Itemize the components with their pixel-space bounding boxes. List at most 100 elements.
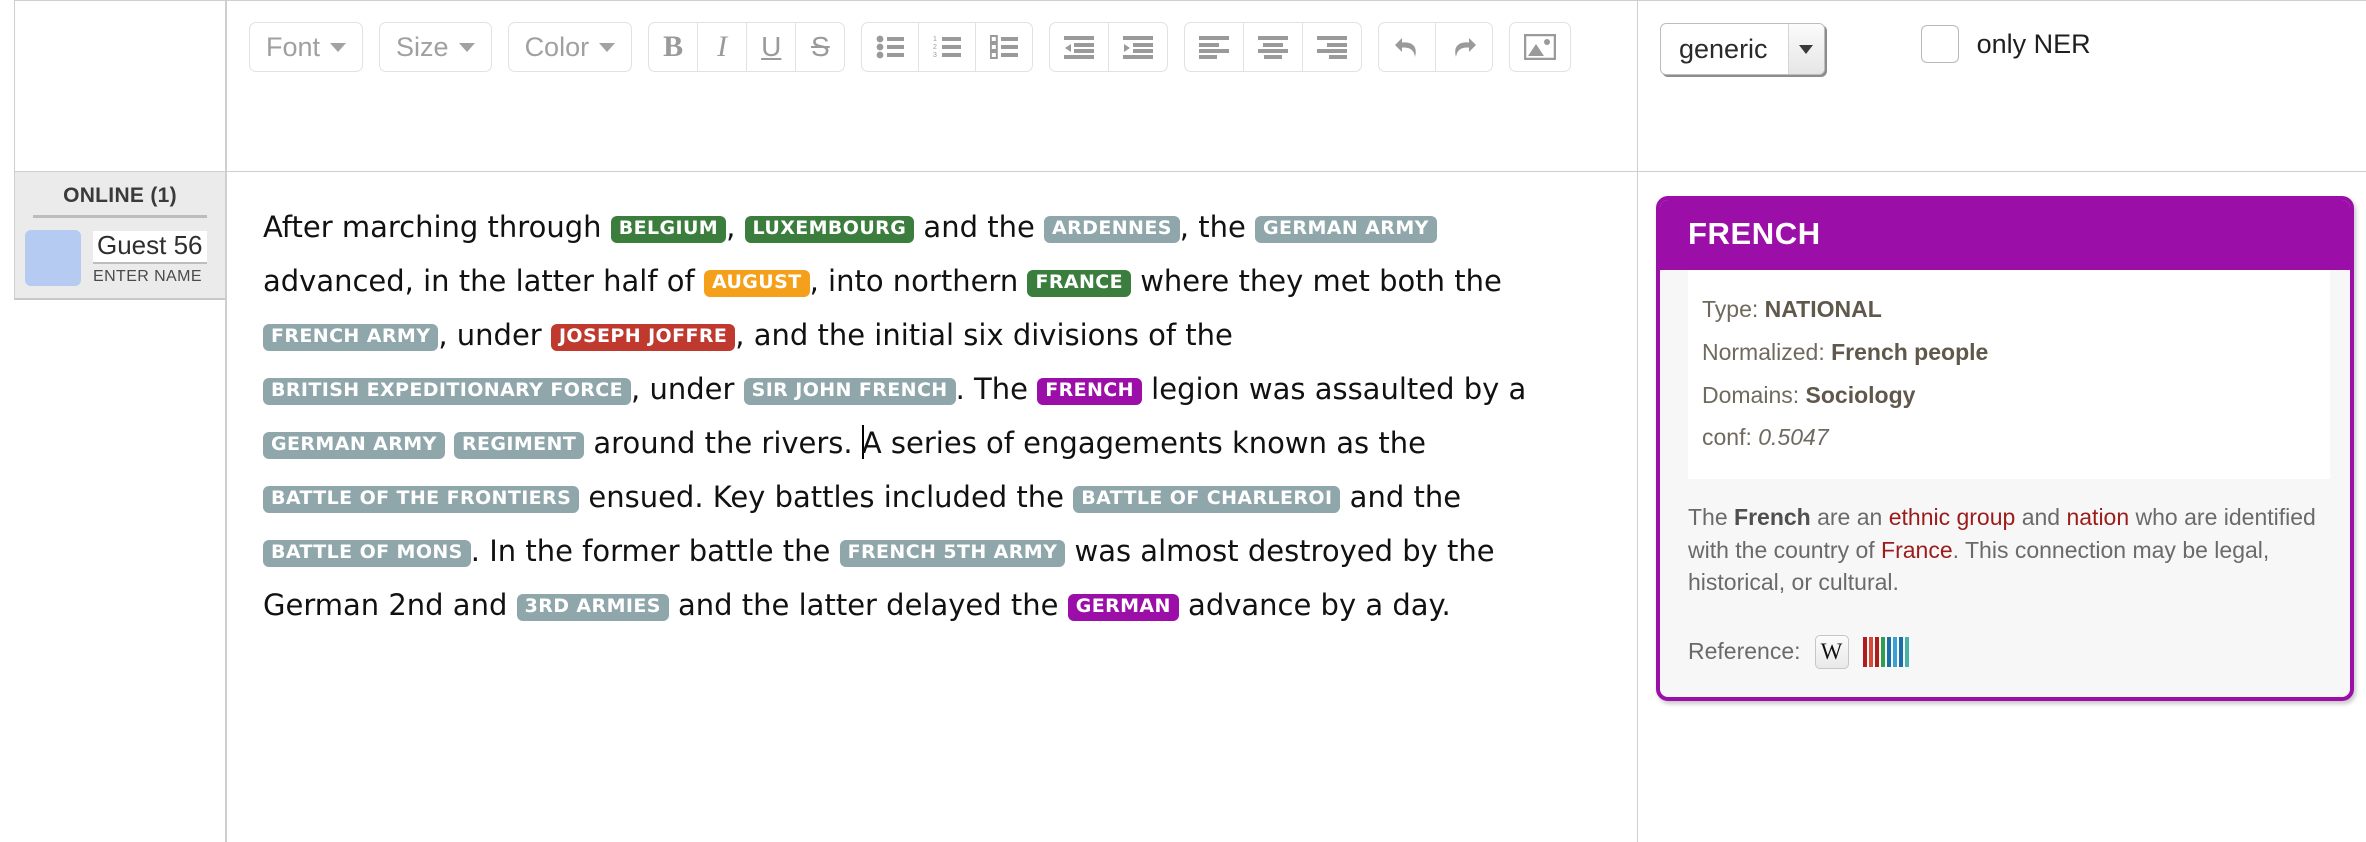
- list-group: 1 2 3: [861, 22, 1034, 72]
- user-name-field[interactable]: Guest 56: [93, 230, 207, 264]
- chevron-down-icon: [458, 42, 475, 52]
- document-editor[interactable]: After marching through BELGIUM, LUXEMBOU…: [226, 172, 1637, 842]
- mode-select[interactable]: generic: [1660, 23, 1825, 75]
- image-icon: [1524, 34, 1557, 60]
- only-ner-control[interactable]: only NER: [1920, 23, 2091, 63]
- insert-image-button[interactable]: [1509, 22, 1572, 72]
- checklist-icon: [990, 35, 1019, 59]
- reference-label: Reference:: [1688, 638, 1801, 665]
- numbered-list-button[interactable]: 1 2 3: [918, 22, 977, 72]
- svg-text:3: 3: [933, 52, 937, 59]
- entity-card-area: FRENCH Type: NATIONAL Normalized: French…: [1638, 172, 2366, 701]
- document-text[interactable]: After marching through BELGIUM, LUXEMBOU…: [263, 200, 1583, 632]
- entity-tag[interactable]: BATTLE OF MONS: [263, 540, 471, 567]
- checklist-button[interactable]: [975, 22, 1034, 72]
- fact-confidence-label: conf:: [1702, 424, 1752, 451]
- entity-tag[interactable]: REGIMENT: [453, 432, 585, 459]
- entity-tag[interactable]: LUXEMBOURG: [744, 216, 915, 243]
- bullet-list-button[interactable]: [861, 22, 920, 72]
- mode-select-value: generic: [1679, 33, 1768, 64]
- fact-confidence-value: 0.5047: [1758, 424, 1829, 451]
- text-style-group: B I U S: [648, 22, 846, 72]
- align-right-icon: [1317, 36, 1348, 59]
- fact-type-value: NATIONAL: [1764, 296, 1882, 322]
- desc-part-1: The: [1688, 504, 1735, 530]
- entity-tag[interactable]: JOSEPH JOFFRE: [550, 324, 736, 351]
- underline-button[interactable]: U: [746, 22, 797, 72]
- align-center-button[interactable]: [1243, 22, 1304, 72]
- ethnic-group-link[interactable]: ethnic group: [1889, 504, 2016, 530]
- entity-tag[interactable]: AUGUST: [703, 270, 810, 297]
- italic-button[interactable]: I: [697, 22, 748, 72]
- italic-icon: I: [717, 30, 728, 63]
- entity-description: The French are an ethnic group and natio…: [1660, 479, 2350, 609]
- entity-tag[interactable]: BATTLE OF CHARLEROI: [1073, 486, 1341, 513]
- entity-tag[interactable]: BATTLE OF THE FRONTIERS: [263, 486, 580, 513]
- entity-tag[interactable]: BELGIUM: [610, 216, 727, 243]
- align-group: [1184, 22, 1363, 72]
- underline-icon: U: [761, 31, 782, 62]
- online-count-heading: ONLINE (1): [33, 178, 207, 218]
- entity-tag[interactable]: GERMAN ARMY: [1255, 216, 1437, 243]
- left-sidebar: ONLINE (1) Guest 56 ENTER NAME: [0, 0, 226, 842]
- editor-pane: Font Size Color B I U S 1 2 3 After marc…: [226, 0, 1638, 842]
- outdent-icon: [1064, 36, 1095, 59]
- chevron-down-icon: [599, 42, 616, 52]
- chevron-down-icon: [330, 42, 347, 52]
- wikipedia-icon[interactable]: W: [1814, 634, 1849, 669]
- redo-button[interactable]: [1435, 22, 1494, 72]
- entity-tag[interactable]: FRENCH ARMY: [263, 324, 439, 351]
- size-dropdown[interactable]: Size: [379, 22, 492, 72]
- nation-link[interactable]: nation: [2066, 504, 2129, 530]
- bold-button[interactable]: B: [648, 22, 699, 72]
- indent-icon: [1123, 36, 1154, 59]
- app-root: ONLINE (1) Guest 56 ENTER NAME Font Size…: [0, 0, 2366, 842]
- entity-tag[interactable]: FRANCE: [1027, 270, 1131, 297]
- only-ner-label: only NER: [1976, 28, 2091, 59]
- align-left-button[interactable]: [1184, 22, 1245, 72]
- text-caret: [861, 425, 864, 459]
- color-dropdown[interactable]: Color: [507, 22, 633, 72]
- entity-tag[interactable]: GERMAN: [1067, 594, 1179, 621]
- enter-name-hint: ENTER NAME: [93, 267, 202, 285]
- babelnet-icon[interactable]: [1862, 636, 1911, 667]
- fact-normalized-label: Normalized:: [1702, 338, 1825, 365]
- bullet-list-icon: [876, 35, 905, 59]
- outdent-button[interactable]: [1049, 22, 1110, 72]
- font-group: Font: [249, 22, 364, 72]
- list-item[interactable]: Guest 56 ENTER NAME: [15, 230, 225, 288]
- entity-card: FRENCH Type: NATIONAL Normalized: French…: [1656, 196, 2354, 701]
- indent-button[interactable]: [1108, 22, 1169, 72]
- align-center-icon: [1258, 36, 1289, 59]
- indent-group: [1049, 22, 1169, 72]
- align-right-button[interactable]: [1302, 22, 1363, 72]
- user-meta: Guest 56 ENTER NAME: [93, 230, 207, 286]
- desc-part-2: are an: [1810, 504, 1889, 530]
- entity-tag[interactable]: FRENCH 5TH ARMY: [839, 540, 1066, 567]
- france-link[interactable]: France: [1881, 537, 1953, 563]
- size-group: Size: [379, 22, 492, 72]
- entity-tag[interactable]: FRENCH: [1037, 378, 1142, 405]
- entity-tag[interactable]: GERMAN ARMY: [263, 432, 445, 459]
- fact-confidence: conf: 0.5047: [1702, 416, 2330, 459]
- history-group: [1378, 22, 1494, 72]
- annotation-controls: generic only NER: [1638, 0, 2366, 172]
- fact-domains-label: Domains:: [1702, 381, 1800, 408]
- reference-row: Reference: W: [1660, 609, 2350, 697]
- svg-text:1: 1: [933, 36, 937, 43]
- font-dropdown-label: Font: [266, 31, 321, 62]
- entity-tag[interactable]: SIR JOHN FRENCH: [743, 378, 956, 405]
- entity-tag[interactable]: ARDENNES: [1044, 216, 1180, 243]
- fact-domains: Domains: Sociology: [1702, 374, 2330, 417]
- strikethrough-icon: S: [811, 31, 830, 62]
- strikethrough-button[interactable]: S: [795, 22, 846, 72]
- numbered-list-icon: 1 2 3: [933, 36, 962, 59]
- only-ner-checkbox[interactable]: [1920, 25, 1959, 63]
- font-dropdown[interactable]: Font: [249, 22, 364, 72]
- online-users-panel: ONLINE (1) Guest 56 ENTER NAME: [14, 172, 225, 300]
- entity-tag[interactable]: BRITISH EXPEDITIONARY FORCE: [263, 378, 632, 405]
- fact-type-label: Type:: [1702, 296, 1759, 322]
- entity-tag[interactable]: 3RD ARMIES: [516, 594, 669, 621]
- annotation-pane: generic only NER FRENCH Type: NATIONAL N…: [1638, 0, 2366, 842]
- undo-button[interactable]: [1378, 22, 1437, 72]
